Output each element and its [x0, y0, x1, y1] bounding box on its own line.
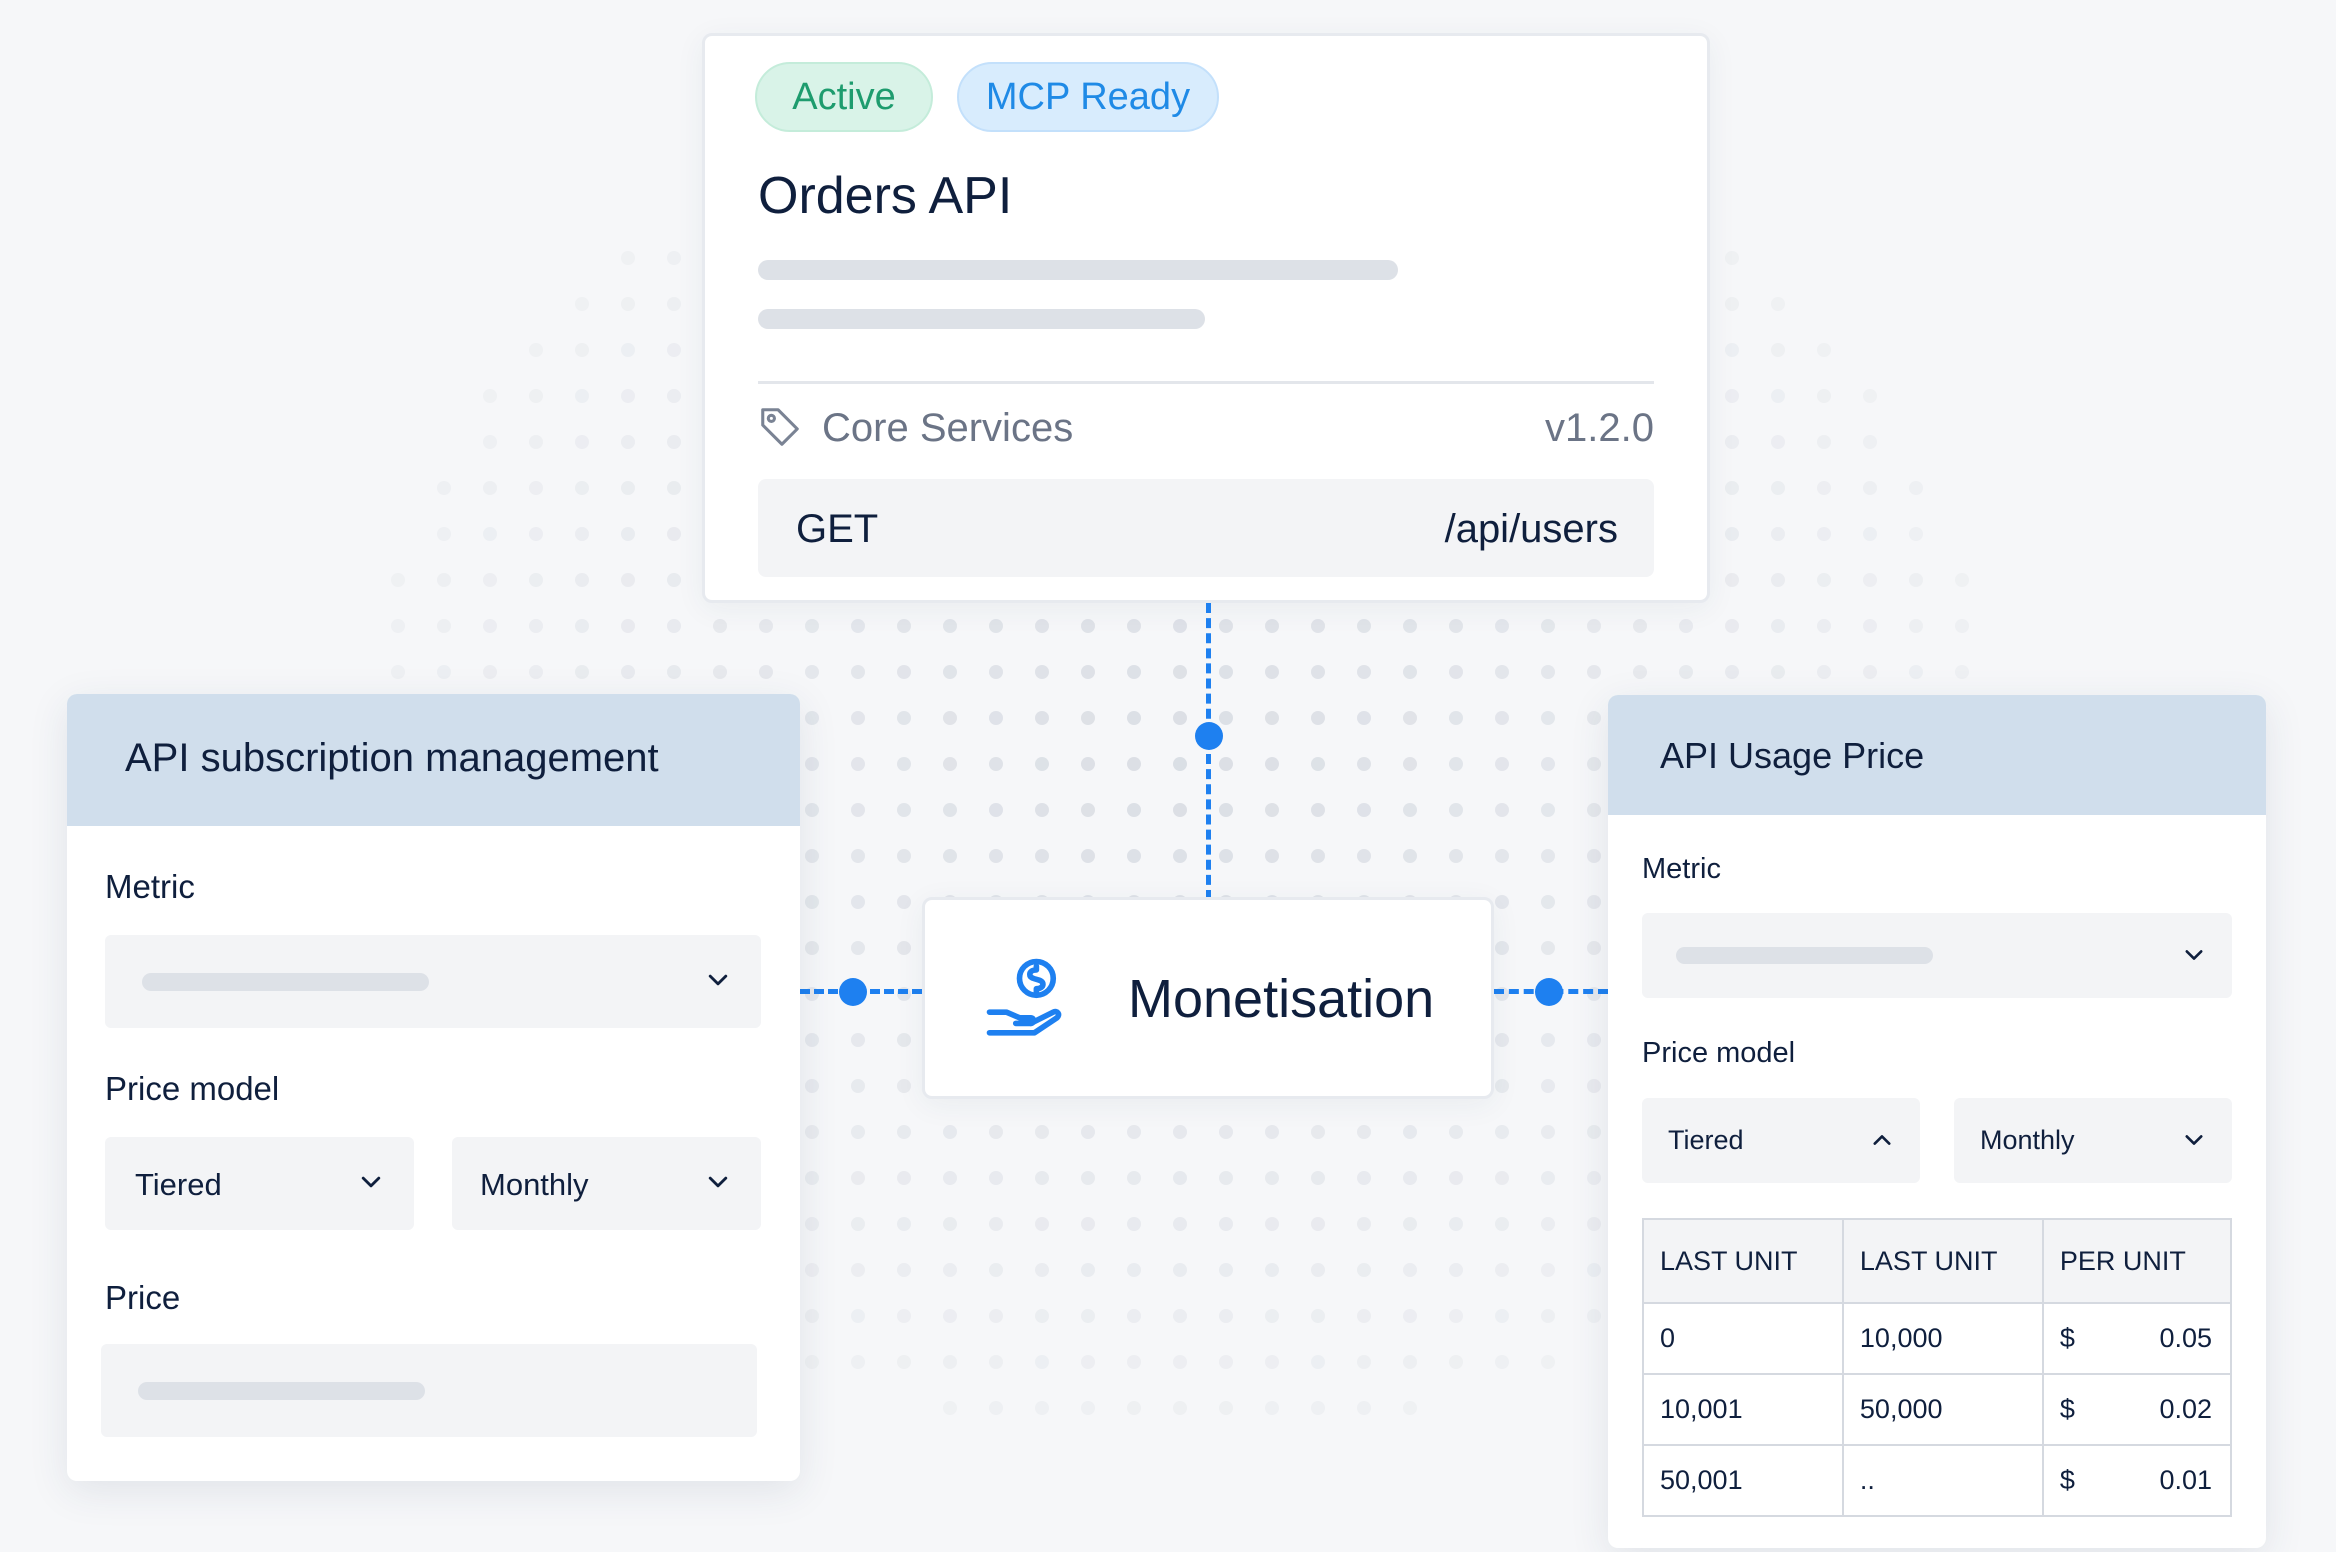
currency-symbol: $: [2059, 1394, 2075, 1424]
usage-price-panel: API Usage Price Metric Price model Tiere…: [1608, 695, 2266, 1548]
tier-from: 0: [1642, 1302, 1844, 1375]
status-badge-mcp-ready: MCP Ready: [957, 62, 1219, 132]
price-model-select[interactable]: Tiered: [1642, 1098, 1920, 1183]
tier-price-cell: $0.01: [2041, 1444, 2233, 1517]
tier-pricing-table: LAST UNIT LAST UNIT PER UNIT 0 10,000 $0…: [1642, 1218, 2233, 1517]
price-label: Price: [105, 1279, 181, 1316]
price-placeholder: [138, 1382, 425, 1400]
chevron-down-icon: [361, 1176, 381, 1188]
price-model-value: Tiered: [135, 1167, 222, 1202]
panel-title: API Usage Price: [1660, 735, 1925, 776]
tier-from: 50,001: [1642, 1444, 1844, 1517]
connector-vertical: [1206, 603, 1211, 900]
api-version: v1.2.0: [1545, 406, 1654, 450]
table-row[interactable]: 50,001 .. $0.01: [1642, 1444, 2233, 1517]
description-placeholder-line: [758, 309, 1205, 329]
chevron-up-icon: [1873, 1135, 1891, 1145]
tier-to: 50,000: [1841, 1373, 2044, 1446]
column-header: LAST UNIT: [1642, 1218, 1844, 1304]
price-model-value: Tiered: [1668, 1125, 1744, 1155]
column-header: LAST UNIT: [1841, 1218, 2044, 1304]
monetisation-node[interactable]: Monetisation: [922, 897, 1494, 1099]
hand-coin-icon: [986, 958, 1062, 1036]
endpoint-row[interactable]: GET /api/users: [758, 479, 1654, 577]
metric-label: Metric: [105, 868, 195, 905]
metric-select[interactable]: [1642, 913, 2232, 998]
chevron-down-icon: [708, 974, 728, 986]
tier-price-cell: $0.02: [2041, 1373, 2233, 1446]
panel-header: API subscription management: [67, 694, 800, 826]
billing-period-value: Monthly: [1980, 1125, 2075, 1155]
monetisation-label: Monetisation: [1128, 969, 1435, 1029]
api-card[interactable]: Active MCP Ready Orders API Core Service…: [702, 33, 1710, 603]
connector-node-left: [839, 978, 867, 1006]
status-badge-active: Active: [755, 62, 933, 132]
column-header: PER UNIT: [2041, 1218, 2233, 1304]
metric-select[interactable]: [105, 935, 761, 1028]
currency-symbol: $: [2059, 1465, 2075, 1495]
billing-period-value: Monthly: [480, 1167, 589, 1202]
price-model-label: Price model: [1642, 1037, 1796, 1069]
currency-symbol: $: [2059, 1323, 2075, 1353]
panel-title: API subscription management: [125, 736, 659, 780]
tag-icon: [761, 408, 799, 446]
price-input[interactable]: [101, 1344, 757, 1437]
subscription-management-panel: API subscription management Metric Price…: [67, 694, 800, 1481]
tier-from: 10,001: [1642, 1373, 1844, 1446]
tier-price: 0.02: [2159, 1394, 2212, 1424]
table-row[interactable]: 10,001 50,000 $0.02: [1642, 1373, 2233, 1446]
billing-period-select[interactable]: Monthly: [1954, 1098, 2232, 1183]
tier-to: 10,000: [1841, 1302, 2044, 1375]
connector-node-top: [1195, 722, 1223, 750]
http-method: GET: [796, 507, 879, 551]
metric-placeholder: [1676, 947, 1933, 964]
price-model-label: Price model: [105, 1070, 280, 1107]
tier-to: ..: [1841, 1444, 2044, 1517]
chevron-down-icon: [2185, 950, 2203, 960]
tier-price-cell: $0.05: [2041, 1302, 2233, 1375]
chevron-down-icon: [2185, 1135, 2203, 1145]
price-model-select[interactable]: Tiered: [105, 1137, 414, 1230]
table-header-row: LAST UNIT LAST UNIT PER UNIT: [1642, 1218, 2233, 1304]
billing-period-select[interactable]: Monthly: [452, 1137, 761, 1230]
divider: [758, 381, 1654, 384]
api-title: Orders API: [758, 167, 1013, 225]
table-row[interactable]: 0 10,000 $0.05: [1642, 1302, 2233, 1375]
panel-header: API Usage Price: [1608, 695, 2266, 815]
metric-label: Metric: [1642, 853, 1721, 885]
description-placeholder-line: [758, 260, 1398, 280]
endpoint-path: /api/users: [1444, 507, 1618, 551]
api-category: Core Services: [822, 406, 1074, 450]
tier-price: 0.01: [2159, 1465, 2212, 1495]
connector-node-right: [1535, 978, 1563, 1006]
metric-placeholder: [142, 973, 429, 991]
chevron-down-icon: [708, 1176, 728, 1188]
tier-price: 0.05: [2159, 1323, 2212, 1353]
